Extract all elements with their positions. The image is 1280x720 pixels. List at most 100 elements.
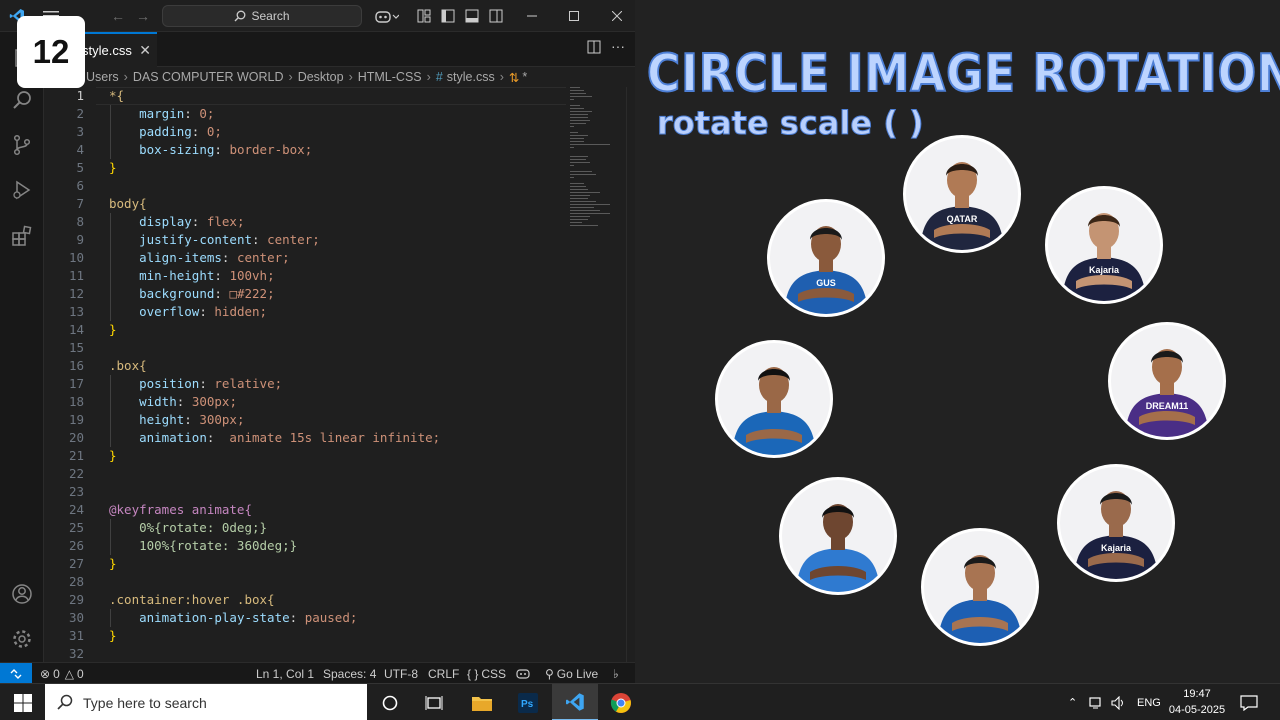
minimap-line [570, 219, 588, 220]
copilot-icon[interactable] [372, 0, 402, 32]
code-line[interactable]: min-height: 100vh; [109, 267, 274, 285]
minimap-line [570, 210, 600, 211]
run-debug-icon[interactable] [8, 176, 36, 204]
go-live-button[interactable]: ⚲ Go Live [545, 663, 598, 684]
language-indicator[interactable]: ENG [1137, 684, 1161, 720]
file-explorer-icon[interactable] [459, 684, 505, 720]
minimap-line [570, 114, 588, 115]
windows-start-icon[interactable] [0, 684, 45, 720]
player-photo: Kajaria [1048, 189, 1160, 301]
breadcrumb-style-css[interactable]: style.css [447, 70, 495, 84]
code-line[interactable]: box-sizing: border-box; [109, 141, 312, 159]
code-line[interactable]: *{ [109, 87, 124, 105]
volume-icon[interactable] [1111, 684, 1127, 720]
accounts-icon[interactable] [8, 580, 36, 608]
minimize-icon[interactable] [520, 0, 544, 32]
line-number: 11 [68, 268, 84, 283]
close-window-icon[interactable] [605, 0, 629, 32]
breadcrumb-das-computer-world[interactable]: DAS COMPUTER WORLD [133, 70, 284, 84]
breadcrumb-users[interactable]: Users [86, 70, 119, 84]
encoding[interactable]: UTF-8 [384, 663, 418, 684]
breadcrumb: Users › DAS COMPUTER WORLD › Desktop › H… [44, 67, 635, 87]
taskbar-search-input[interactable]: Type here to search [45, 684, 367, 720]
more-actions-icon[interactable]: ··· [611, 38, 625, 54]
player-photo: DREAM11 [1111, 325, 1223, 437]
warning-icon: △ [64, 666, 74, 681]
minimap[interactable] [566, 87, 626, 237]
copilot-status-icon[interactable] [516, 663, 530, 684]
code-line[interactable]: body{ [109, 195, 147, 213]
chevron-right-icon: › [123, 70, 128, 84]
jersey-sponsor-text: Kajaria [1101, 543, 1132, 553]
extensions-icon[interactable] [8, 222, 36, 250]
toggle-primary-sidebar-icon[interactable] [438, 0, 458, 32]
indentation[interactable]: Spaces: 4 [323, 663, 376, 684]
language-mode[interactable]: { } CSS [467, 663, 506, 684]
code-line[interactable]: justify-content: center; [109, 231, 320, 249]
cortana-icon[interactable] [367, 684, 413, 720]
code-line[interactable]: .container:hover .box{ [109, 591, 275, 609]
network-icon[interactable] [1089, 684, 1105, 720]
close-icon[interactable]: ✕ [139, 42, 151, 59]
customize-layout-icon[interactable] [414, 0, 434, 32]
back-arrow-icon[interactable]: ← [108, 0, 128, 32]
line-number: 16 [68, 358, 84, 373]
minimap-line [570, 198, 588, 199]
maximize-icon[interactable] [562, 0, 586, 32]
breadcrumb-html-css[interactable]: HTML-CSS [358, 70, 422, 84]
code-line[interactable]: position: relative; [109, 375, 282, 393]
notification-center-icon[interactable] [1240, 684, 1258, 720]
chrome-icon[interactable] [598, 684, 644, 720]
editor-scrollbar[interactable] [626, 87, 635, 662]
toggle-panel-icon[interactable] [462, 0, 482, 32]
minimap-line [570, 147, 574, 148]
preview-title: CIRCLE IMAGE ROTATION [646, 43, 1280, 105]
forward-arrow-icon[interactable]: → [133, 0, 153, 32]
minimap-line [570, 204, 610, 205]
minimap-line [570, 192, 600, 193]
line-ending[interactable]: CRLF [428, 663, 459, 684]
toggle-secondary-sidebar-icon[interactable] [486, 0, 506, 32]
code-line[interactable]: .box{ [109, 357, 147, 375]
system-clock[interactable]: 19:47 04-05-2025 [1160, 686, 1234, 718]
breadcrumb-selector[interactable]: * [522, 70, 527, 84]
line-number: 27 [68, 556, 84, 571]
cursor-position[interactable]: Ln 1, Col 1 [256, 663, 314, 684]
code-line[interactable]: @keyframes animate{ [109, 501, 252, 519]
code-line[interactable]: padding: 0; [109, 123, 222, 141]
code-line[interactable]: } [109, 447, 117, 465]
manage-gear-icon[interactable] [8, 625, 36, 653]
split-editor-icon[interactable] [587, 40, 601, 57]
minimap-line [570, 99, 574, 100]
notifications-bell-icon[interactable]: ♭ [613, 663, 619, 684]
code-line[interactable]: } [109, 555, 117, 573]
command-center-search[interactable]: Search [162, 5, 362, 27]
minimap-line [570, 225, 598, 226]
code-line[interactable]: } [109, 321, 117, 339]
code-line[interactable]: display: flex; [109, 213, 244, 231]
code-line[interactable]: 0%{rotate: 0deg;} [109, 519, 267, 537]
line-number: 20 [68, 430, 84, 445]
code-line[interactable]: } [109, 159, 117, 177]
code-line[interactable]: animation-play-state: paused; [109, 609, 357, 627]
code-line[interactable]: animation: animate 15s linear infinite; [109, 429, 440, 447]
remote-indicator-icon[interactable] [0, 663, 32, 684]
photoshop-icon[interactable]: Ps [505, 684, 551, 720]
code-editor[interactable]: *{ margin: 0; padding: 0; box-sizing: bo… [96, 87, 566, 662]
code-line[interactable]: background: □#222; [109, 285, 274, 303]
breadcrumb-desktop[interactable]: Desktop [298, 70, 344, 84]
problems-indicator[interactable]: ⊗ 0 △ 0 [40, 663, 84, 684]
task-view-icon[interactable] [411, 684, 457, 720]
code-line[interactable]: 100%{rotate: 360deg;} [109, 537, 297, 555]
show-hidden-icons-icon[interactable]: ⌃ [1068, 684, 1077, 720]
source-control-icon[interactable] [8, 131, 36, 159]
code-line[interactable]: align-items: center; [109, 249, 290, 267]
code-line[interactable]: margin: 0; [109, 105, 214, 123]
code-line[interactable]: } [109, 627, 117, 645]
code-line[interactable]: overflow: hidden; [109, 303, 267, 321]
code-line[interactable]: height: 300px; [109, 411, 244, 429]
braces-icon: { } [467, 666, 479, 681]
search-view-icon[interactable] [8, 86, 36, 114]
code-line[interactable]: width: 300px; [109, 393, 237, 411]
vscode-taskbar-icon[interactable] [552, 684, 598, 720]
